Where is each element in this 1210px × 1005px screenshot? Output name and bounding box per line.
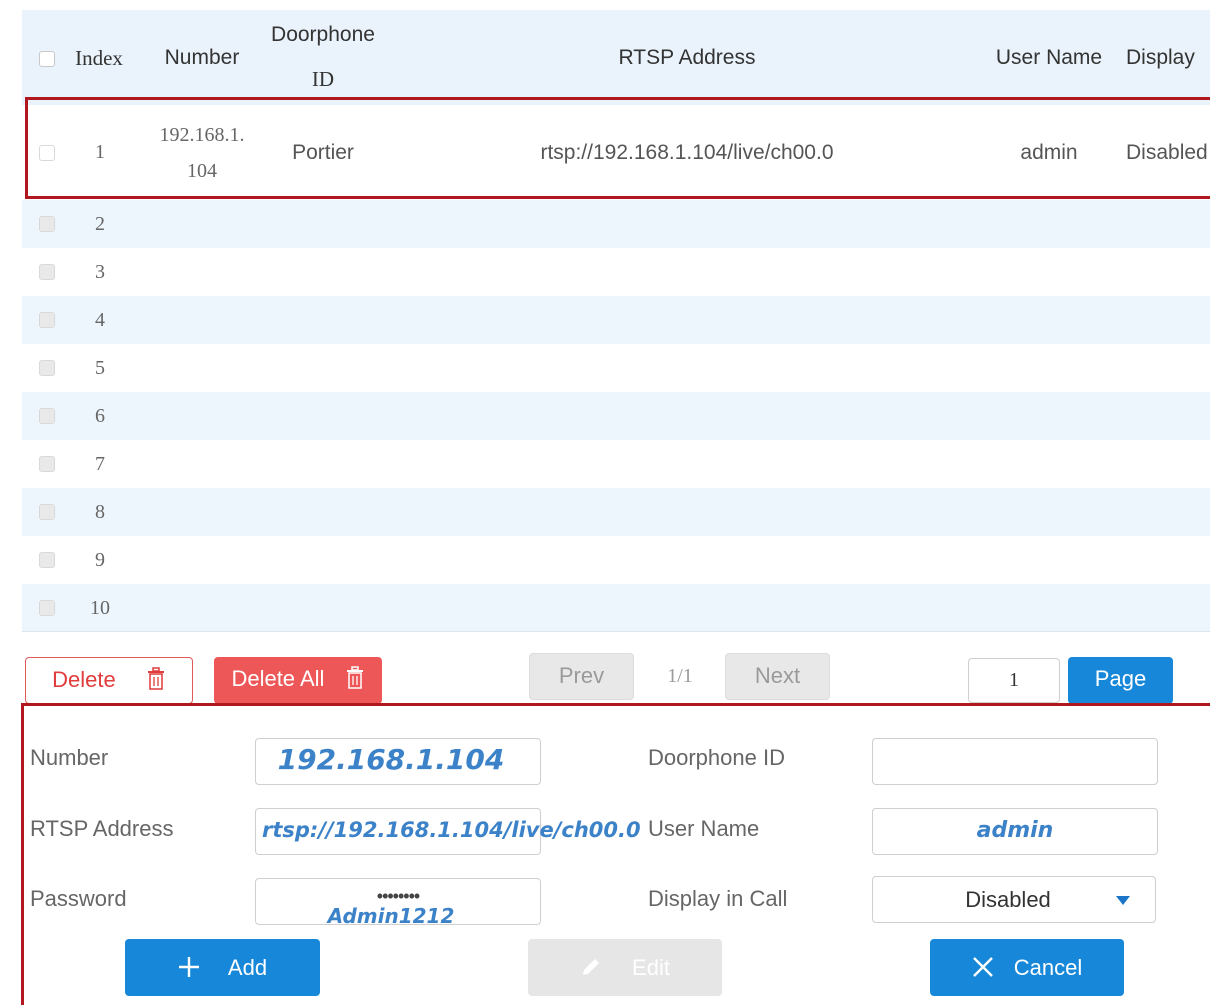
rtsp-value-annotation: rtsp://192.168.1.104/live/ch00.0 xyxy=(262,818,641,842)
row-checkbox[interactable] xyxy=(39,408,55,424)
table-row[interactable]: 4 xyxy=(22,296,1210,344)
page-number-input[interactable] xyxy=(968,658,1060,703)
doorphone-table: Index Number Doorphone ID RTSP Address U… xyxy=(22,10,1210,632)
delete-button[interactable]: Delete xyxy=(25,657,193,704)
add-button-label: Add xyxy=(227,955,268,980)
table-row[interactable]: 10 xyxy=(22,584,1210,632)
cancel-button-label: Cancel xyxy=(1013,955,1083,980)
row-index: 2 xyxy=(95,213,105,235)
user-name-value-annotation: admin xyxy=(976,818,1054,843)
close-icon xyxy=(972,957,993,978)
row-display: Disabled xyxy=(1126,141,1208,164)
password-label: Password xyxy=(30,886,127,911)
row-index: 9 xyxy=(95,549,105,571)
prev-page-button[interactable]: Prev xyxy=(529,653,634,700)
go-to-page-button[interactable]: Page xyxy=(1068,657,1173,704)
next-page-button[interactable]: Next xyxy=(725,653,830,700)
row-checkbox[interactable] xyxy=(39,600,55,616)
delete-all-button-label: Delete All xyxy=(231,666,325,691)
select-all-checkbox[interactable] xyxy=(39,51,55,67)
display-in-call-select[interactable]: Disabled xyxy=(872,876,1156,923)
header-index: Index xyxy=(75,46,123,70)
row-checkbox[interactable] xyxy=(39,312,55,328)
password-value-annotation: Admin1212 xyxy=(327,904,455,928)
row-checkbox[interactable] xyxy=(39,145,55,161)
table-header: Index Number Doorphone ID RTSP Address U… xyxy=(22,10,1210,105)
display-in-call-selected: Disabled xyxy=(965,887,1051,912)
plus-icon xyxy=(178,957,199,978)
table-row[interactable]: 6 xyxy=(22,392,1210,440)
header-doorphone-id-line2: ID xyxy=(311,67,335,91)
user-name-label: User Name xyxy=(648,816,760,841)
row-index: 3 xyxy=(95,261,105,283)
rtsp-address-label: RTSP Address xyxy=(30,816,174,841)
row-index: 4 xyxy=(95,309,105,331)
row-checkbox[interactable] xyxy=(39,264,55,280)
display-in-call-label: Display in Call xyxy=(648,886,788,911)
number-label: Number xyxy=(30,745,109,770)
row-checkbox[interactable] xyxy=(39,456,55,472)
delete-button-label: Delete xyxy=(52,667,116,692)
delete-all-button[interactable]: Delete All xyxy=(214,657,382,704)
row-index: 5 xyxy=(95,357,105,379)
row-doorphone-id: Portier xyxy=(292,141,354,164)
row-number-line1: 192.168.1. xyxy=(159,124,245,146)
pencil-icon xyxy=(583,959,600,976)
table-row[interactable]: 8 xyxy=(22,488,1210,536)
doorphone-id-label: Doorphone ID xyxy=(648,745,785,770)
header-doorphone-id-line1: Doorphone xyxy=(271,23,375,46)
header-display: Display xyxy=(1126,46,1195,69)
row-checkbox[interactable] xyxy=(39,552,55,568)
row-checkbox[interactable] xyxy=(39,360,55,376)
row-rtsp-address: rtsp://192.168.1.104/live/ch00.0 xyxy=(540,141,834,164)
row-index: 1 xyxy=(95,141,105,163)
cancel-button[interactable]: Cancel xyxy=(930,939,1124,996)
header-number: Number xyxy=(164,46,240,69)
trash-icon xyxy=(346,666,363,689)
caret-down-icon xyxy=(1116,896,1130,905)
header-rtsp-address: RTSP Address xyxy=(618,46,756,69)
header-doorphone-id: Doorphone ID xyxy=(258,13,388,101)
trash-icon xyxy=(147,667,164,690)
number-value-annotation: 192.168.1.104 xyxy=(277,743,505,776)
edit-button-label: Edit xyxy=(632,955,670,980)
doorphone-id-field[interactable] xyxy=(872,738,1158,785)
row-index: 6 xyxy=(95,405,105,427)
row-checkbox[interactable] xyxy=(39,504,55,520)
row-user-name: admin xyxy=(1020,141,1078,164)
add-button[interactable]: Add xyxy=(125,939,320,996)
row-index: 8 xyxy=(95,501,105,523)
table-row[interactable]: 2 xyxy=(22,200,1210,248)
header-user-name: User Name xyxy=(995,46,1103,69)
row-checkbox[interactable] xyxy=(39,216,55,232)
page-indicator: 1/1 xyxy=(667,665,693,687)
row-index: 7 xyxy=(95,453,105,475)
row-number: 192.168.1. 104 xyxy=(142,117,262,189)
edit-button[interactable]: Edit xyxy=(528,939,722,996)
table-row[interactable]: 9 xyxy=(22,536,1210,584)
row-number-line2: 104 xyxy=(187,160,217,182)
table-row[interactable]: 1 192.168.1. 104 Portier rtsp://192.168.… xyxy=(22,105,1210,200)
table-row[interactable]: 7 xyxy=(22,440,1210,488)
table-row[interactable]: 3 xyxy=(22,248,1210,296)
row-index: 10 xyxy=(90,597,110,619)
table-row[interactable]: 5 xyxy=(22,344,1210,392)
